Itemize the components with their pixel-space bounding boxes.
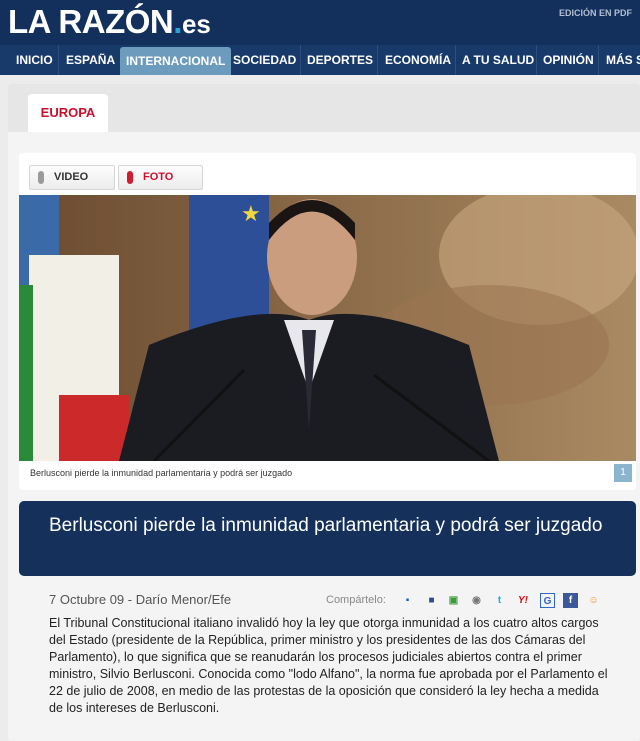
google-icon[interactable]: G xyxy=(540,593,555,608)
share-label: Compártelo: xyxy=(326,594,386,606)
nav-item-sociedad[interactable]: SOCIEDAD xyxy=(233,45,296,75)
facebook-icon[interactable]: f xyxy=(563,593,578,608)
photo-caption: Berlusconi pierde la inmunidad parlament… xyxy=(30,468,293,478)
logo-dot: . xyxy=(173,3,182,40)
digg-icon[interactable]: ◉ xyxy=(469,593,484,608)
nav-item-mas[interactable]: MÁS S xyxy=(606,45,640,75)
logo-tld: es xyxy=(181,9,211,39)
nav-divider xyxy=(300,45,301,75)
technorati-icon[interactable]: ▣ xyxy=(446,593,461,608)
article-body: El Tribunal Constitucional italiano inva… xyxy=(49,616,608,715)
nav-divider xyxy=(58,45,59,75)
nav-item-a-tu-salud[interactable]: A TU SALUD xyxy=(462,45,534,75)
nav-item-economia[interactable]: ECONOMÍA xyxy=(385,45,451,75)
video-tab-button[interactable]: VIDEO xyxy=(29,165,115,190)
blogger-icon[interactable]: ☺ xyxy=(586,593,601,608)
video-tab-label: VIDEO xyxy=(54,171,89,183)
section-tab-europa[interactable]: EUROPA xyxy=(28,94,108,132)
site-logo[interactable]: LA RAZÓN.es xyxy=(8,2,211,44)
nav-item-opinion[interactable]: OPINIÓN xyxy=(543,45,594,75)
masthead: LA RAZÓN.es EDICIÓN EN PDF xyxy=(0,0,640,45)
article-headline: Berlusconi pierde la inmunidad parlament… xyxy=(49,515,603,536)
twitter-icon[interactable]: t xyxy=(492,593,507,608)
gallery-page-button[interactable]: 1 xyxy=(614,464,632,482)
nav-item-internacional[interactable]: INTERNACIONAL xyxy=(120,47,232,75)
nav-divider xyxy=(536,45,537,75)
article-photo[interactable]: ★ xyxy=(19,195,636,461)
meneame-icon[interactable]: ■ xyxy=(424,593,439,608)
article-byline: 7 Octubre 09 - Darío Menor/Efe xyxy=(49,592,232,607)
photo-icon xyxy=(127,171,133,184)
video-icon xyxy=(38,171,44,184)
photo-tab-label: FOTO xyxy=(143,171,174,183)
nav-divider xyxy=(377,45,378,75)
nav-item-espana[interactable]: ESPAÑA xyxy=(66,45,115,75)
main-nav: INICIO ESPAÑA INTERNACIONAL SOCIEDAD DEP… xyxy=(0,45,640,75)
delicious-icon[interactable]: ▪ xyxy=(400,593,415,608)
nav-item-deportes[interactable]: DEPORTES xyxy=(307,45,373,75)
yahoo-icon[interactable]: Y! xyxy=(513,593,533,608)
svg-text:★: ★ xyxy=(241,202,261,227)
nav-divider xyxy=(598,45,599,75)
logo-text: LA RAZÓN xyxy=(8,3,174,40)
nav-divider xyxy=(455,45,456,75)
photo-tab-button[interactable]: FOTO xyxy=(118,165,203,190)
pdf-edition-link[interactable]: EDICIÓN EN PDF xyxy=(559,8,632,18)
nav-item-inicio[interactable]: INICIO xyxy=(16,45,53,75)
